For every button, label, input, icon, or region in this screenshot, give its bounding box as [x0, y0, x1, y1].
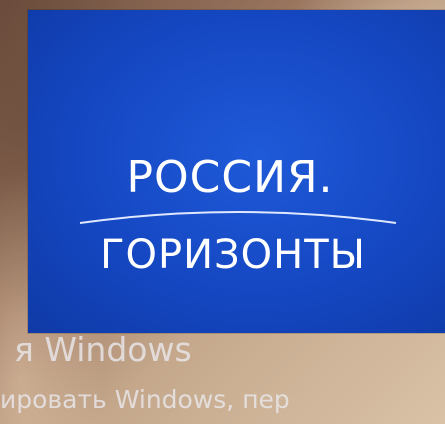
- poster-title-line-2: ГОРИЗОНТЫ: [100, 232, 366, 278]
- poster-slide: РОССИЯ. ГОРИЗОНТЫ: [28, 10, 445, 333]
- windows-activation-watermark-title: я Windows: [14, 330, 192, 369]
- windows-activation-watermark-text: ировать Windows, пер: [0, 385, 290, 414]
- poster-title-line-1: РОССИЯ.: [126, 152, 334, 203]
- poster-arc-divider: [79, 211, 397, 224]
